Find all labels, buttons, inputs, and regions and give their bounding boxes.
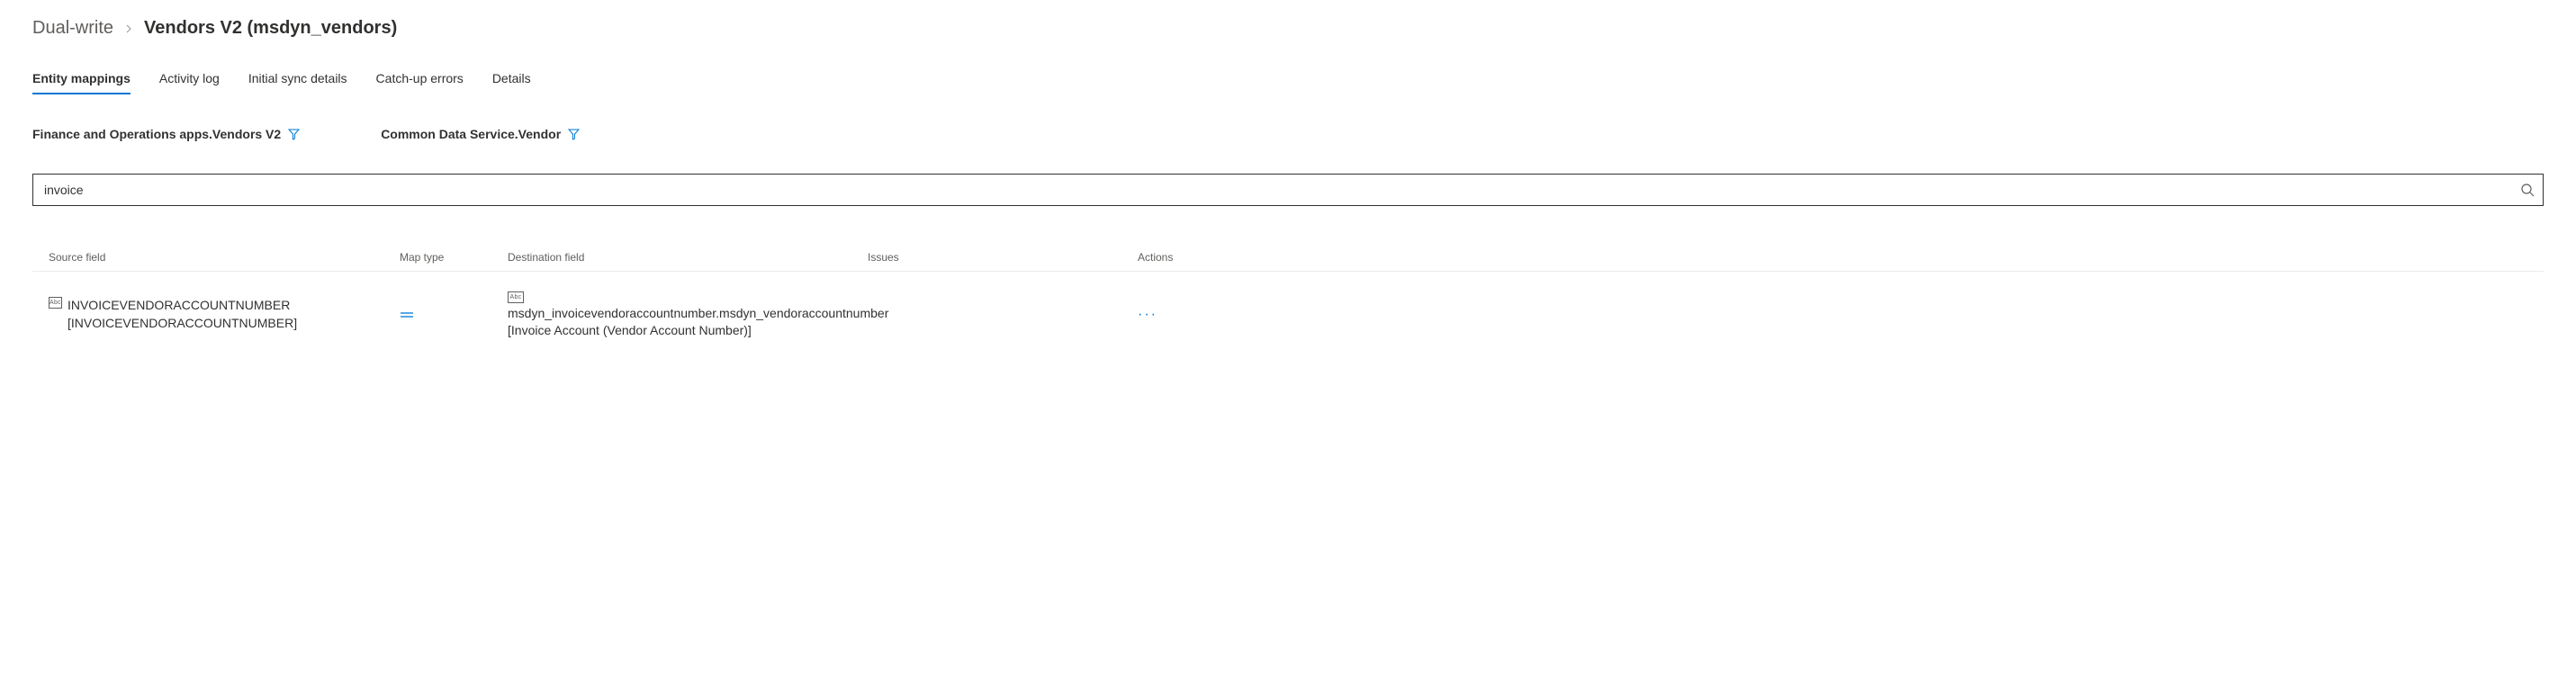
filter-icon[interactable] bbox=[568, 129, 580, 140]
search-wrapper bbox=[32, 174, 2544, 206]
table-header: Source field Map type Destination field … bbox=[32, 244, 2544, 272]
destination-field-text: msdyn_invoicevendoraccountnumber.msdyn_v… bbox=[508, 305, 868, 340]
mappings-table: Source field Map type Destination field … bbox=[32, 244, 2544, 347]
equals-icon bbox=[400, 310, 414, 319]
tabs: Entity mappings Activity log Initial syn… bbox=[32, 71, 2544, 94]
header-destination-field[interactable]: Destination field bbox=[508, 251, 868, 264]
source-field-text: INVOICEVENDORACCOUNTNUMBER [INVOICEVENDO… bbox=[68, 297, 400, 332]
row-actions-button[interactable]: ··· bbox=[1138, 307, 2527, 323]
source-entity-label: Finance and Operations apps.Vendors V2 bbox=[32, 127, 300, 141]
table-row[interactable]: Abc INVOICEVENDORACCOUNTNUMBER [INVOICEV… bbox=[32, 282, 2544, 347]
chevron-right-icon bbox=[124, 24, 133, 33]
header-map-type[interactable]: Map type bbox=[400, 251, 508, 264]
header-issues[interactable]: Issues bbox=[868, 251, 1138, 264]
header-source-field[interactable]: Source field bbox=[49, 251, 400, 264]
breadcrumb: Dual-write Vendors V2 (msdyn_vendors) bbox=[32, 18, 2544, 39]
filter-icon[interactable] bbox=[288, 129, 300, 140]
tab-initial-sync-details[interactable]: Initial sync details bbox=[248, 71, 347, 94]
tab-catch-up-errors[interactable]: Catch-up errors bbox=[376, 71, 464, 94]
map-type-cell[interactable] bbox=[400, 310, 508, 319]
header-actions[interactable]: Actions bbox=[1138, 251, 2527, 264]
tab-details[interactable]: Details bbox=[492, 71, 531, 94]
breadcrumb-current: Vendors V2 (msdyn_vendors) bbox=[144, 18, 397, 39]
breadcrumb-parent[interactable]: Dual-write bbox=[32, 18, 113, 39]
destination-entity-label: Common Data Service.Vendor bbox=[381, 127, 580, 141]
source-field-cell: Abc INVOICEVENDORACCOUNTNUMBER [INVOICEV… bbox=[49, 297, 400, 332]
text-type-icon: Abc bbox=[508, 291, 524, 303]
tab-entity-mappings[interactable]: Entity mappings bbox=[32, 71, 131, 94]
search-icon[interactable] bbox=[2520, 183, 2535, 197]
destination-entity-text: Common Data Service.Vendor bbox=[381, 127, 561, 141]
search-input[interactable] bbox=[32, 174, 2544, 206]
text-type-icon: Abc bbox=[49, 297, 62, 309]
entity-labels-row: Finance and Operations apps.Vendors V2 C… bbox=[32, 127, 2544, 141]
more-icon: ··· bbox=[1138, 307, 1157, 323]
source-entity-text: Finance and Operations apps.Vendors V2 bbox=[32, 127, 281, 141]
tab-activity-log[interactable]: Activity log bbox=[159, 71, 220, 94]
destination-field-cell: Abc msdyn_invoicevendoraccountnumber.msd… bbox=[508, 290, 868, 340]
